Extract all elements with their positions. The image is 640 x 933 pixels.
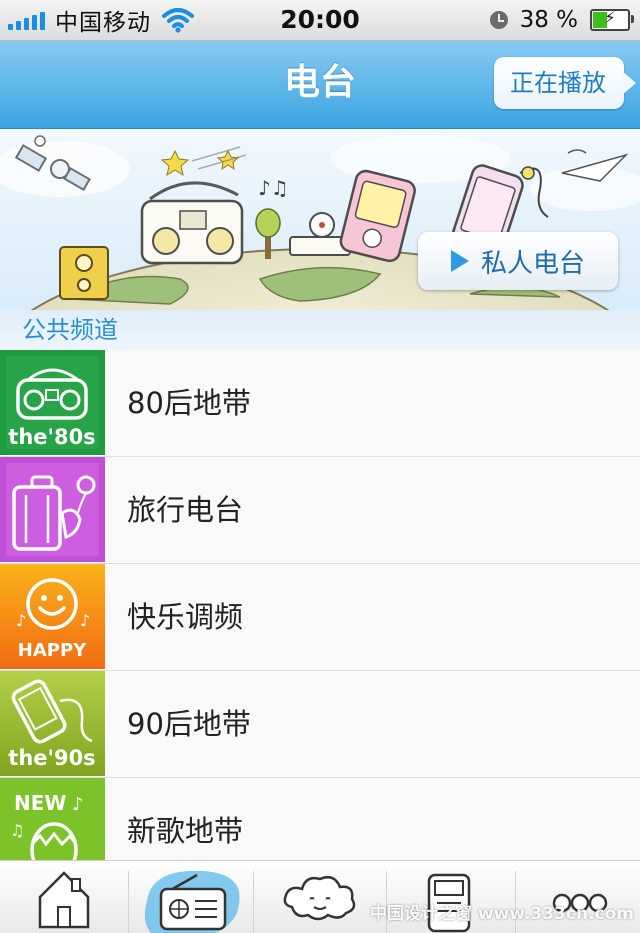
thumb-text-90s: the'90s (8, 746, 95, 770)
channel-thumb-new: NEW ♪ ♫ (0, 778, 105, 860)
svg-text:♫: ♫ (10, 821, 24, 840)
tab-mine[interactable] (254, 861, 386, 933)
channel-name-90s: 90后地带 (127, 707, 251, 741)
egg-icon: NEW ♪ ♫ (0, 778, 105, 860)
channel-row-80s[interactable]: the'80s 80后地带 (0, 350, 640, 457)
channel-name-travel: 旅行电台 (127, 493, 244, 527)
channel-thumb-travel (0, 457, 105, 562)
channel-name-80s: 80后地带 (127, 386, 251, 420)
thumb-text-new: NEW (14, 791, 66, 815)
house-icon (38, 871, 90, 929)
channel-row-90s[interactable]: the'90s 90后地带 (0, 671, 640, 778)
thumb-text-80s: the'80s (8, 425, 95, 449)
turntable-illustration (289, 212, 351, 256)
phone-icon: the'90s (0, 671, 105, 776)
pink-player-illustration (339, 169, 416, 263)
private-radio-button[interactable]: 私人电台 (418, 232, 618, 290)
section-title: 公共频道 (22, 316, 118, 344)
channel-name-happy: 快乐调频 (127, 600, 244, 634)
channel-list: the'80s 80后地带 旅行电台 ♪ ♪ HAPPY 快乐调频 the'90… (0, 350, 640, 860)
svg-text:♪: ♪ (16, 611, 26, 630)
tab-bar: 中国设计之窗 www.333cn.com (0, 860, 640, 933)
svg-text:♪: ♪ (80, 611, 90, 630)
channel-thumb-80s: the'80s (0, 350, 105, 455)
now-playing-button[interactable]: 正在播放 (494, 57, 636, 109)
status-bar: 中国移动 20:00 38 % ⚡ (0, 0, 640, 41)
signal-icon (8, 10, 45, 30)
svg-text:♪: ♪ (72, 794, 84, 815)
boombox-illustration (140, 181, 244, 265)
smiley-icon: ♪ ♪ HAPPY (0, 564, 105, 669)
navigation-bar: 电台 正在播放 (0, 41, 640, 129)
svg-text:♪♫: ♪♫ (258, 176, 289, 200)
watermark: 中国设计之窗 www.333cn.com (370, 904, 634, 924)
carrier-name: 中国移动 (55, 10, 151, 36)
battery-percent: 38 % (519, 7, 578, 33)
alarm-clock-icon (489, 11, 508, 29)
channel-thumb-happy: ♪ ♪ HAPPY (0, 564, 105, 669)
battery-icon: ⚡ (590, 8, 634, 31)
charging-bolt-icon: ⚡ (604, 8, 616, 27)
radio-icon (144, 870, 240, 933)
section-header: 公共频道 (0, 310, 640, 350)
channel-row-new[interactable]: NEW ♪ ♫ 新歌地带 (0, 778, 640, 860)
channel-name-new: 新歌地带 (127, 814, 244, 848)
suitcase-icon (0, 457, 105, 562)
channel-row-travel[interactable]: 旅行电台 (0, 457, 640, 564)
status-left: 中国移动 (8, 0, 195, 40)
boombox-icon: the'80s (0, 350, 105, 455)
status-right: 38 % ⚡ (489, 0, 634, 40)
channel-row-happy[interactable]: ♪ ♪ HAPPY 快乐调频 (0, 564, 640, 671)
thumb-text-happy: HAPPY (18, 640, 87, 661)
tab-radio[interactable] (129, 861, 253, 933)
tab-home[interactable] (0, 861, 128, 933)
cloud-icon (283, 876, 356, 921)
channel-thumb-90s: the'90s (0, 671, 105, 776)
private-radio-label: 私人电台 (480, 248, 585, 279)
wifi-icon (162, 8, 194, 33)
play-icon (450, 250, 469, 272)
